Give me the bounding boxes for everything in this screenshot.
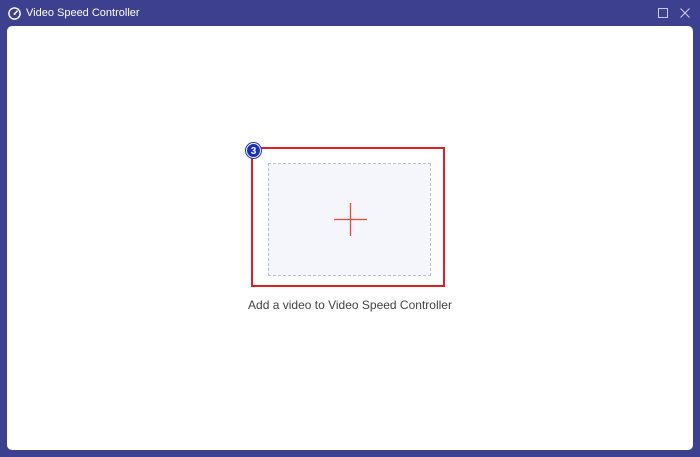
close-icon[interactable] xyxy=(678,6,692,20)
main-content: 3 Add a video to Video Speed Controller xyxy=(7,26,693,450)
add-video-caption: Add a video to Video Speed Controller xyxy=(248,298,452,312)
maximize-icon[interactable] xyxy=(656,6,670,20)
add-video-dropzone[interactable] xyxy=(268,163,431,276)
app-window: Video Speed Controller 3 Add a video to … xyxy=(0,0,700,457)
window-title: Video Speed Controller xyxy=(26,7,140,19)
title-bar: Video Speed Controller xyxy=(0,0,700,26)
speedometer-icon xyxy=(8,7,21,20)
plus-icon xyxy=(334,203,367,236)
step-number-badge: 3 xyxy=(246,143,261,158)
